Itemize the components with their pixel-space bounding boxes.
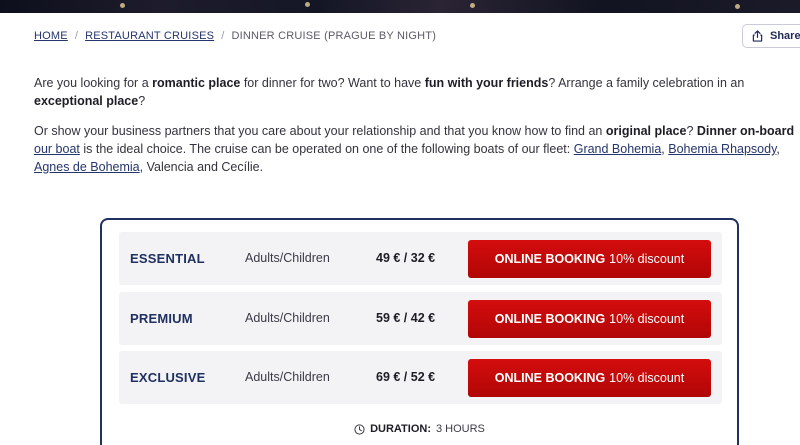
our-boat-link[interactable]: our boat <box>34 142 80 156</box>
intro-text: Are you looking for a romantic place for… <box>34 74 800 176</box>
intro-text-span: Are you looking for a <box>34 76 153 90</box>
intro-bold-exceptional-place: exceptional place <box>34 94 139 108</box>
intro-text-span: ? <box>686 124 697 138</box>
tier-audience: Adults/Children <box>245 311 330 325</box>
breadcrumb-separator: / <box>74 30 79 42</box>
tier-name: PREMIUM <box>130 311 193 326</box>
intro-text-span: , <box>776 142 780 156</box>
share-icon <box>752 30 763 42</box>
booking-button-discount: 10% discount <box>609 252 685 266</box>
hero-light <box>120 3 125 8</box>
online-booking-button-premium[interactable]: ONLINE BOOKING 10% discount <box>468 300 711 338</box>
intro-text-span: ? Arrange a family celebration in an <box>548 76 745 90</box>
price-row-exclusive: EXCLUSIVE Adults/Children 69 € / 52 € ON… <box>119 351 722 404</box>
duration-label: DURATION: <box>370 423 431 435</box>
intro-paragraph-2: Or show your business partners that you … <box>34 122 800 176</box>
hero-light <box>735 4 740 9</box>
intro-bold-original-place: original place <box>605 124 687 138</box>
intro-text-span: , Valencia and Cecílie. <box>139 160 264 174</box>
intro-text-span: ? <box>138 94 146 108</box>
intro-text-span: for dinner for two? Want to have <box>240 76 425 90</box>
hero-light <box>305 2 310 7</box>
bohemia-rhapsody-link[interactable]: Bohemia Rhapsody <box>668 142 776 156</box>
breadcrumb-restaurant-cruises-link[interactable]: RESTAURANT CRUISES <box>85 30 214 42</box>
breadcrumb: HOME / RESTAURANT CRUISES / DINNER CRUIS… <box>34 30 436 42</box>
share-button[interactable]: Share <box>742 24 800 48</box>
online-booking-button-exclusive[interactable]: ONLINE BOOKING 10% discount <box>468 359 711 397</box>
tier-price: 69 € / 52 € <box>376 370 436 384</box>
tier-audience: Adults/Children <box>245 370 330 384</box>
clock-icon <box>354 423 365 435</box>
pricing-card: ESSENTIAL Adults/Children 49 € / 32 € ON… <box>100 218 739 445</box>
share-label: Share <box>770 30 800 42</box>
online-booking-button-essential[interactable]: ONLINE BOOKING 10% discount <box>468 240 711 278</box>
tier-name: ESSENTIAL <box>130 251 205 266</box>
booking-button-discount: 10% discount <box>609 312 685 326</box>
breadcrumb-home-link[interactable]: HOME <box>34 30 68 42</box>
price-row-essential: ESSENTIAL Adults/Children 49 € / 32 € ON… <box>119 232 722 285</box>
tier-price: 49 € / 32 € <box>376 251 436 265</box>
hero-light <box>470 3 475 8</box>
booking-button-label: ONLINE BOOKING <box>494 312 606 326</box>
tier-name: EXCLUSIVE <box>130 370 206 385</box>
grand-bohemia-link[interactable]: Grand Bohemia <box>574 142 662 156</box>
intro-bold-romantic-place: romantic place <box>152 76 241 90</box>
tier-audience: Adults/Children <box>245 251 330 265</box>
intro-bold-dinner-on-board: Dinner on-board <box>696 124 795 138</box>
booking-button-label: ONLINE BOOKING <box>494 371 606 385</box>
tier-price: 59 € / 42 € <box>376 311 436 325</box>
intro-text-span: Or show your business partners that you … <box>34 124 606 138</box>
price-row-premium: PREMIUM Adults/Children 59 € / 42 € ONLI… <box>119 292 722 345</box>
intro-paragraph-1: Are you looking for a romantic place for… <box>34 74 800 110</box>
agnes-de-bohemia-link[interactable]: Agnes de Bohemia <box>34 160 140 174</box>
breadcrumb-current-page: DINNER CRUISE (PRAGUE BY NIGHT) <box>231 30 437 42</box>
breadcrumb-separator: / <box>221 30 225 42</box>
duration-value: 3 HOURS <box>436 423 485 435</box>
duration-info: DURATION: 3 HOURS <box>102 423 737 435</box>
intro-text-span: is the ideal choice. The cruise can be o… <box>79 142 574 156</box>
booking-button-discount: 10% discount <box>609 371 685 385</box>
hero-image-strip <box>0 0 800 13</box>
intro-bold-fun-with-friends: fun with your friends <box>424 76 549 90</box>
booking-button-label: ONLINE BOOKING <box>494 252 606 266</box>
